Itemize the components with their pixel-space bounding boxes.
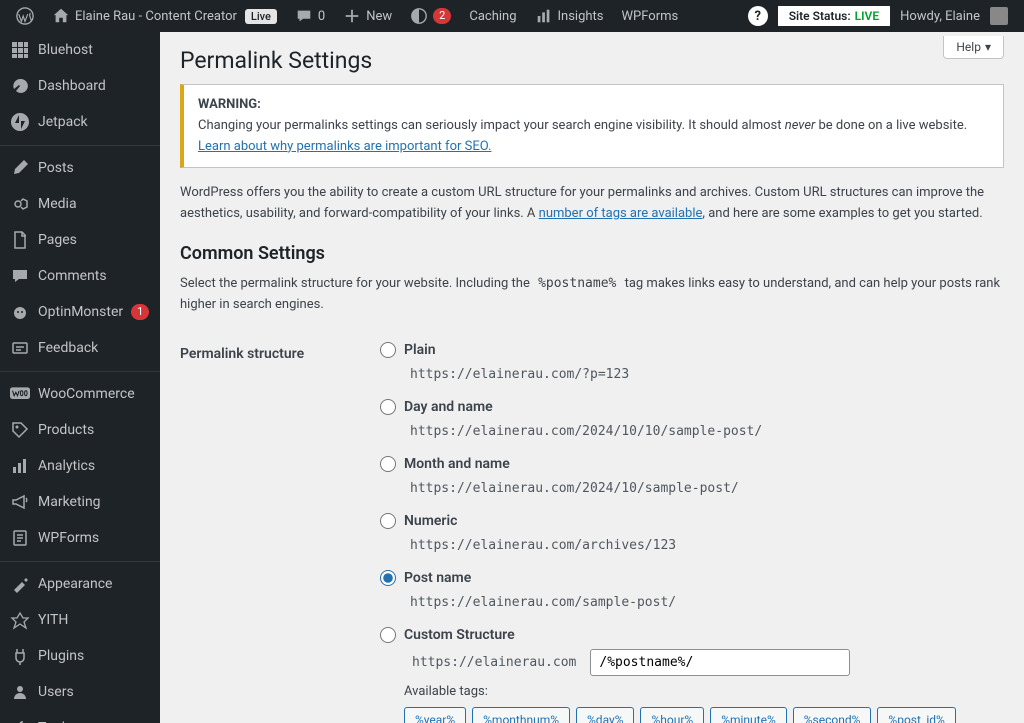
warning-notice: WARNING: Changing your permalinks settin…	[180, 84, 1004, 168]
notifications-link[interactable]: 2	[402, 0, 459, 32]
optinmonster-badge: 1	[131, 304, 149, 320]
notif-count: 2	[433, 8, 451, 24]
sidebar-item-products[interactable]: Products	[0, 412, 160, 448]
comments-link[interactable]: 0	[287, 0, 333, 32]
warning-link[interactable]: Learn about why permalinks are important…	[198, 139, 491, 154]
tag-year[interactable]: %year%	[404, 707, 466, 723]
main-content: Help▾ Permalink Settings WARNING: Changi…	[160, 32, 1024, 723]
common-settings-heading: Common Settings	[180, 243, 1004, 264]
comments-count: 0	[318, 9, 325, 24]
sidebar-item-pages[interactable]: Pages	[0, 222, 160, 258]
bar-chart-icon	[535, 7, 553, 25]
help-icon-button[interactable]: ?	[740, 0, 776, 32]
live-badge: Live	[245, 9, 277, 24]
sidebar-item-optinmonster[interactable]: OptinMonster1	[0, 294, 160, 330]
custom-structure-input[interactable]	[590, 649, 850, 676]
radio-day-name[interactable]	[380, 399, 396, 415]
radio-month-name[interactable]	[380, 456, 396, 472]
half-circle-icon	[410, 7, 428, 25]
sidebar-item-analytics[interactable]: Analytics	[0, 448, 160, 484]
warning-label: WARNING:	[198, 97, 261, 112]
site-name-text: Elaine Rau - Content Creator	[75, 9, 237, 24]
radio-custom[interactable]	[380, 627, 396, 643]
site-status-button[interactable]: Site Status: LIVE	[778, 0, 890, 32]
comment-icon	[295, 7, 313, 25]
common-settings-desc: Select the permalink structure for your …	[180, 274, 1004, 316]
radio-post-name[interactable]	[380, 570, 396, 586]
radio-plain[interactable]	[380, 342, 396, 358]
available-tags-label: Available tags:	[404, 684, 1004, 699]
wpforms-topbar-link[interactable]: WPForms	[614, 0, 687, 32]
sidebar-item-marketing[interactable]: Marketing	[0, 484, 160, 520]
sidebar-item-woocommerce[interactable]: WooCommerce	[0, 376, 160, 412]
sidebar-item-dashboard[interactable]: Dashboard	[0, 68, 160, 104]
tags-row: %year% %monthnum% %day% %hour% %minute% …	[404, 707, 1004, 723]
sidebar-item-yith[interactable]: YITH	[0, 602, 160, 638]
sidebar-item-comments[interactable]: Comments	[0, 258, 160, 294]
plus-icon	[343, 7, 361, 25]
sidebar-item-jetpack[interactable]: Jetpack	[0, 104, 160, 140]
admin-bar: Elaine Rau - Content Creator Live 0 New …	[0, 0, 1024, 32]
chevron-down-icon: ▾	[985, 40, 991, 54]
sidebar-item-posts[interactable]: Posts	[0, 150, 160, 186]
tag-monthnum[interactable]: %monthnum%	[472, 707, 570, 723]
tags-available-link[interactable]: number of tags are available	[539, 206, 703, 221]
caching-link[interactable]: Caching	[461, 0, 524, 32]
sidebar-item-tools[interactable]: Tools	[0, 710, 160, 723]
sidebar-item-bluehost[interactable]: Bluehost	[0, 32, 160, 68]
example-post-name: https://elainerau.com/sample-post/	[404, 592, 682, 613]
tag-hour[interactable]: %hour%	[640, 707, 704, 723]
sidebar-item-feedback[interactable]: Feedback	[0, 330, 160, 366]
tag-post-id[interactable]: %post_id%	[877, 707, 955, 723]
tag-second[interactable]: %second%	[793, 707, 872, 723]
sidebar-item-media[interactable]: Media	[0, 186, 160, 222]
example-numeric: https://elainerau.com/archives/123	[404, 535, 682, 556]
radio-numeric[interactable]	[380, 513, 396, 529]
example-day-name: https://elainerau.com/2024/10/10/sample-…	[404, 421, 768, 442]
help-tab[interactable]: Help▾	[943, 36, 1004, 59]
new-label: New	[366, 9, 392, 24]
tag-day[interactable]: %day%	[576, 707, 634, 723]
avatar	[990, 7, 1008, 25]
page-title: Permalink Settings	[180, 32, 1004, 84]
intro-paragraph: WordPress offers you the ability to crea…	[180, 183, 1004, 225]
home-icon	[52, 7, 70, 25]
site-name-link[interactable]: Elaine Rau - Content Creator Live	[44, 0, 285, 32]
sidebar-item-users[interactable]: Users	[0, 674, 160, 710]
new-content-link[interactable]: New	[335, 0, 400, 32]
sidebar-item-plugins[interactable]: Plugins	[0, 638, 160, 674]
sidebar-item-appearance[interactable]: Appearance	[0, 566, 160, 602]
wp-logo-icon[interactable]	[8, 0, 42, 32]
permalink-structure-label: Permalink structure	[180, 326, 380, 723]
sidebar-item-wpforms[interactable]: WPForms	[0, 520, 160, 556]
howdy-account-link[interactable]: Howdy, Elaine	[892, 0, 1016, 32]
base-url: https://elainerau.com	[404, 650, 584, 675]
insights-link[interactable]: Insights	[527, 0, 612, 32]
tag-minute[interactable]: %minute%	[710, 707, 787, 723]
admin-sidebar: Bluehost Dashboard Jetpack Posts Media P…	[0, 32, 160, 723]
example-month-name: https://elainerau.com/2024/10/sample-pos…	[404, 478, 745, 499]
example-plain: https://elainerau.com/?p=123	[404, 364, 635, 385]
